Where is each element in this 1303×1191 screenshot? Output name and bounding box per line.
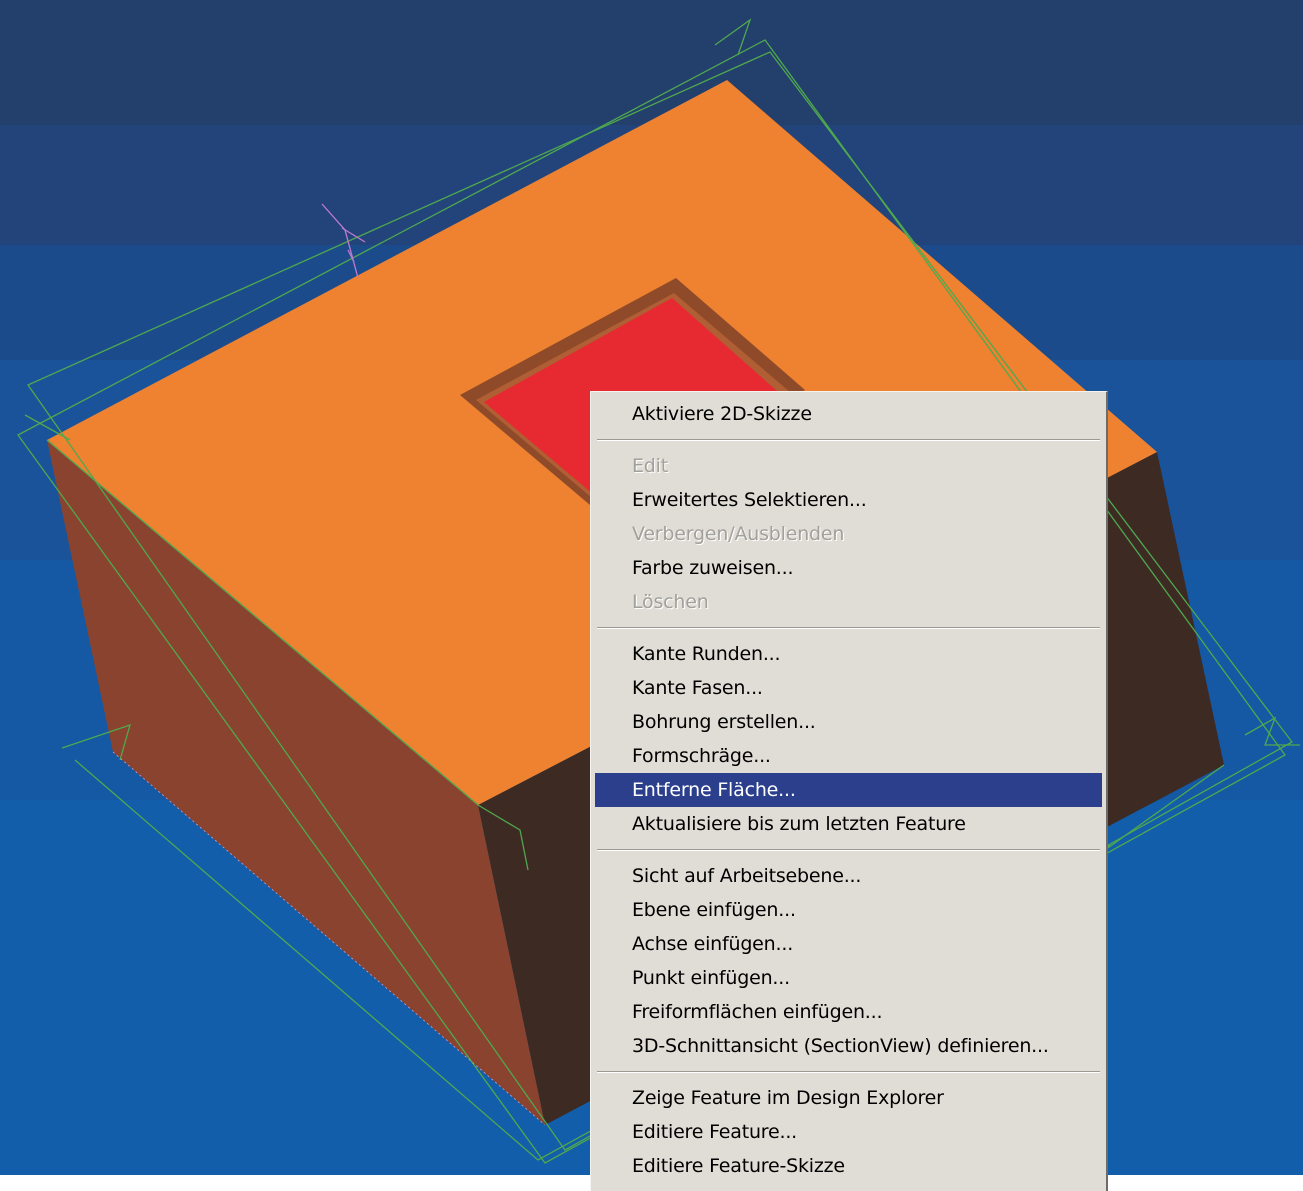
menu-item-punkt-einfügen[interactable]: Punkt einfügen... bbox=[595, 961, 1102, 995]
menu-item-aktualisiere-bis-zum-letzten-feature[interactable]: Aktualisiere bis zum letzten Feature bbox=[595, 807, 1102, 841]
3d-viewport[interactable]: Aktiviere 2D-Skizze Edit Erweitertes Selek… bbox=[0, 0, 1303, 1191]
menu-separator bbox=[597, 1063, 1100, 1081]
menu-item-ebene-einfügen[interactable]: Ebene einfügen... bbox=[595, 893, 1102, 927]
menu-item-zeige-feature-im-design-explorer[interactable]: Zeige Feature im Design Explorer bbox=[595, 1081, 1102, 1115]
menu-item-3d-schnittansicht-sectionview-definieren[interactable]: 3D-Schnittansicht (SectionView) definier… bbox=[595, 1029, 1102, 1063]
menu-item-kante-fasen[interactable]: Kante Fasen... bbox=[595, 671, 1102, 705]
menu-item-formschräge[interactable]: Formschräge... bbox=[595, 739, 1102, 773]
menu-item-editiere-feature[interactable]: Editiere Feature... bbox=[595, 1115, 1102, 1149]
axis-marker bbox=[321, 203, 366, 279]
menu-item-editiere-feature-skizze[interactable]: Editiere Feature-Skizze bbox=[595, 1149, 1102, 1183]
menu-separator bbox=[597, 619, 1100, 637]
menu-item-löschen: Löschen bbox=[632, 591, 709, 613]
menu-item-aktiviere-2d-skizze[interactable]: Aktiviere 2D-Skizze bbox=[595, 397, 1102, 431]
context-menu[interactable]: Aktiviere 2D-Skizze Edit Erweitertes Selek… bbox=[590, 391, 1108, 1191]
menu-item-freiformflächen-einfügen[interactable]: Freiformflächen einfügen... bbox=[595, 995, 1102, 1029]
menu-item-entferne-fläche[interactable]: Entferne Fläche... bbox=[595, 773, 1102, 807]
menu-item-kante-runden[interactable]: Kante Runden... bbox=[595, 637, 1102, 671]
menu-item-erweitertes-selektieren[interactable]: Erweitertes Selektieren... bbox=[595, 483, 1102, 517]
menu-item-achse-einfügen[interactable]: Achse einfügen... bbox=[595, 927, 1102, 961]
menu-item-verbergen-ausblenden: Verbergen/Ausblenden bbox=[632, 523, 845, 545]
menu-item-bohrung-erstellen[interactable]: Bohrung erstellen... bbox=[595, 705, 1102, 739]
menu-item-sicht-auf-arbeitsebene[interactable]: Sicht auf Arbeitsebene... bbox=[595, 859, 1102, 893]
menu-item-farbe-zuweisen[interactable]: Farbe zuweisen... bbox=[595, 551, 1102, 585]
menu-separator bbox=[597, 431, 1100, 449]
menu-separator bbox=[597, 841, 1100, 859]
menu-item-edit: Edit bbox=[632, 455, 668, 477]
